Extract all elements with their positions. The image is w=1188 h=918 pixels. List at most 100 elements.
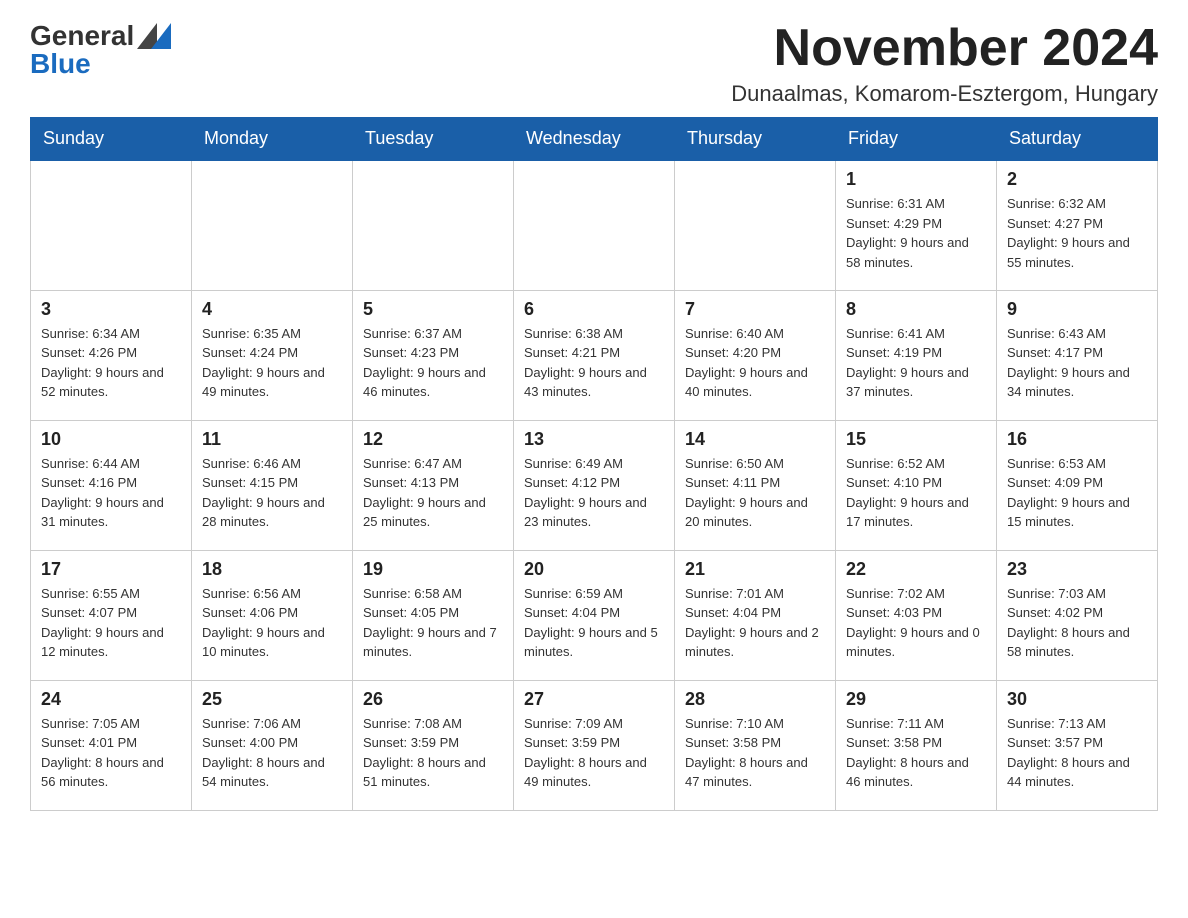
day-info: Sunrise: 6:41 AM Sunset: 4:19 PM Dayligh… bbox=[846, 324, 986, 402]
calendar-cell: 25Sunrise: 7:06 AM Sunset: 4:00 PM Dayli… bbox=[192, 680, 353, 810]
day-number: 14 bbox=[685, 429, 825, 450]
calendar-cell: 15 Sunrise: 6:52 AM Sunset: 4:10 PM Dayli… bbox=[836, 420, 997, 550]
day-info: Sunrise: 7:10 AM Sunset: 3:58 PM Dayligh… bbox=[685, 714, 825, 792]
weekday-header-saturday: Saturday bbox=[997, 118, 1158, 161]
day-number: 18 bbox=[202, 559, 342, 580]
day-number: 16 bbox=[1007, 429, 1147, 450]
day-info: Sunrise: 6:49 AM Sunset: 4:12 PM Dayligh… bbox=[524, 454, 664, 532]
weekday-header-row: SundayMondayTuesdayWednesdayThursdayFrid… bbox=[31, 118, 1158, 161]
calendar-cell: 12 Sunrise: 6:47 AM Sunset: 4:13 PM Dayli… bbox=[353, 420, 514, 550]
day-number: 10 bbox=[41, 429, 181, 450]
calendar-cell bbox=[514, 160, 675, 290]
day-info: Sunrise: 6:47 AM Sunset: 4:13 PM Dayligh… bbox=[363, 454, 503, 532]
logo-triangle-blue bbox=[151, 23, 171, 49]
logo: General Blue bbox=[30, 20, 171, 80]
calendar-cell bbox=[675, 160, 836, 290]
calendar-week-row: 10 Sunrise: 6:44 AM Sunset: 4:16 PM Dayli… bbox=[31, 420, 1158, 550]
calendar-table: SundayMondayTuesdayWednesdayThursdayFrid… bbox=[30, 117, 1158, 811]
day-info: Sunrise: 6:43 AM Sunset: 4:17 PM Dayligh… bbox=[1007, 324, 1147, 402]
day-number: 13 bbox=[524, 429, 664, 450]
calendar-cell: 4 Sunrise: 6:35 AM Sunset: 4:24 PM Daylig… bbox=[192, 290, 353, 420]
day-number: 6 bbox=[524, 299, 664, 320]
day-info: Sunrise: 7:08 AM Sunset: 3:59 PM Dayligh… bbox=[363, 714, 503, 792]
day-info: Sunrise: 7:11 AM Sunset: 3:58 PM Dayligh… bbox=[846, 714, 986, 792]
day-info: Sunrise: 6:35 AM Sunset: 4:24 PM Dayligh… bbox=[202, 324, 342, 402]
day-info: Sunrise: 7:01 AM Sunset: 4:04 PM Dayligh… bbox=[685, 584, 825, 662]
day-number: 15 bbox=[846, 429, 986, 450]
day-info: Sunrise: 6:37 AM Sunset: 4:23 PM Dayligh… bbox=[363, 324, 503, 402]
calendar-cell: 1 Sunrise: 6:31 AM Sunset: 4:29 PM Daylig… bbox=[836, 160, 997, 290]
calendar-cell: 2 Sunrise: 6:32 AM Sunset: 4:27 PM Daylig… bbox=[997, 160, 1158, 290]
day-info: Sunrise: 6:40 AM Sunset: 4:20 PM Dayligh… bbox=[685, 324, 825, 402]
calendar-cell: 17Sunrise: 6:55 AM Sunset: 4:07 PM Dayli… bbox=[31, 550, 192, 680]
calendar-cell: 30 Sunrise: 7:13 AM Sunset: 3:57 PM Dayli… bbox=[997, 680, 1158, 810]
weekday-header-monday: Monday bbox=[192, 118, 353, 161]
calendar-cell: 14 Sunrise: 6:50 AM Sunset: 4:11 PM Dayli… bbox=[675, 420, 836, 550]
location-subtitle: Dunaalmas, Komarom-Esztergom, Hungary bbox=[731, 81, 1158, 107]
day-info: Sunrise: 7:02 AM Sunset: 4:03 PM Dayligh… bbox=[846, 584, 986, 662]
day-number: 8 bbox=[846, 299, 986, 320]
calendar-cell: 10 Sunrise: 6:44 AM Sunset: 4:16 PM Dayli… bbox=[31, 420, 192, 550]
day-number: 7 bbox=[685, 299, 825, 320]
day-number: 2 bbox=[1007, 169, 1147, 190]
weekday-header-thursday: Thursday bbox=[675, 118, 836, 161]
day-number: 27 bbox=[524, 689, 664, 710]
weekday-header-tuesday: Tuesday bbox=[353, 118, 514, 161]
month-year-title: November 2024 bbox=[731, 20, 1158, 77]
header: General Blue November 2024 Dunaalmas, Ko… bbox=[30, 20, 1158, 107]
day-info: Sunrise: 6:34 AM Sunset: 4:26 PM Dayligh… bbox=[41, 324, 181, 402]
day-number: 12 bbox=[363, 429, 503, 450]
day-number: 28 bbox=[685, 689, 825, 710]
day-info: Sunrise: 6:44 AM Sunset: 4:16 PM Dayligh… bbox=[41, 454, 181, 532]
day-number: 26 bbox=[363, 689, 503, 710]
day-number: 30 bbox=[1007, 689, 1147, 710]
logo-blue-text: Blue bbox=[30, 48, 91, 79]
calendar-cell: 28 Sunrise: 7:10 AM Sunset: 3:58 PM Dayli… bbox=[675, 680, 836, 810]
calendar-cell: 22 Sunrise: 7:02 AM Sunset: 4:03 PM Dayli… bbox=[836, 550, 997, 680]
day-number: 25 bbox=[202, 689, 342, 710]
calendar-cell: 24Sunrise: 7:05 AM Sunset: 4:01 PM Dayli… bbox=[31, 680, 192, 810]
weekday-header-wednesday: Wednesday bbox=[514, 118, 675, 161]
calendar-cell: 11 Sunrise: 6:46 AM Sunset: 4:15 PM Dayli… bbox=[192, 420, 353, 550]
day-number: 9 bbox=[1007, 299, 1147, 320]
calendar-cell: 5 Sunrise: 6:37 AM Sunset: 4:23 PM Daylig… bbox=[353, 290, 514, 420]
logo-triangles bbox=[137, 23, 171, 49]
calendar-cell: 3Sunrise: 6:34 AM Sunset: 4:26 PM Daylig… bbox=[31, 290, 192, 420]
calendar-cell bbox=[31, 160, 192, 290]
day-info: Sunrise: 7:05 AM Sunset: 4:01 PM Dayligh… bbox=[41, 714, 181, 792]
calendar-week-row: 17Sunrise: 6:55 AM Sunset: 4:07 PM Dayli… bbox=[31, 550, 1158, 680]
calendar-cell: 26 Sunrise: 7:08 AM Sunset: 3:59 PM Dayli… bbox=[353, 680, 514, 810]
day-info: Sunrise: 6:56 AM Sunset: 4:06 PM Dayligh… bbox=[202, 584, 342, 662]
calendar-week-row: 24Sunrise: 7:05 AM Sunset: 4:01 PM Dayli… bbox=[31, 680, 1158, 810]
day-info: Sunrise: 6:59 AM Sunset: 4:04 PM Dayligh… bbox=[524, 584, 664, 662]
calendar-cell: 18 Sunrise: 6:56 AM Sunset: 4:06 PM Dayli… bbox=[192, 550, 353, 680]
calendar-cell: 13 Sunrise: 6:49 AM Sunset: 4:12 PM Dayli… bbox=[514, 420, 675, 550]
day-number: 23 bbox=[1007, 559, 1147, 580]
day-info: Sunrise: 6:50 AM Sunset: 4:11 PM Dayligh… bbox=[685, 454, 825, 532]
day-number: 11 bbox=[202, 429, 342, 450]
day-number: 17 bbox=[41, 559, 181, 580]
day-number: 1 bbox=[846, 169, 986, 190]
day-number: 20 bbox=[524, 559, 664, 580]
calendar-cell bbox=[353, 160, 514, 290]
day-number: 29 bbox=[846, 689, 986, 710]
day-info: Sunrise: 6:31 AM Sunset: 4:29 PM Dayligh… bbox=[846, 194, 986, 272]
day-number: 4 bbox=[202, 299, 342, 320]
day-info: Sunrise: 6:58 AM Sunset: 4:05 PM Dayligh… bbox=[363, 584, 503, 662]
calendar-cell: 7 Sunrise: 6:40 AM Sunset: 4:20 PM Daylig… bbox=[675, 290, 836, 420]
calendar-cell bbox=[192, 160, 353, 290]
calendar-cell: 16Sunrise: 6:53 AM Sunset: 4:09 PM Dayli… bbox=[997, 420, 1158, 550]
day-number: 5 bbox=[363, 299, 503, 320]
day-info: Sunrise: 6:32 AM Sunset: 4:27 PM Dayligh… bbox=[1007, 194, 1147, 272]
calendar-cell: 8 Sunrise: 6:41 AM Sunset: 4:19 PM Daylig… bbox=[836, 290, 997, 420]
day-number: 19 bbox=[363, 559, 503, 580]
title-area: November 2024 Dunaalmas, Komarom-Eszterg… bbox=[731, 20, 1158, 107]
day-info: Sunrise: 7:13 AM Sunset: 3:57 PM Dayligh… bbox=[1007, 714, 1147, 792]
calendar-cell: 21Sunrise: 7:01 AM Sunset: 4:04 PM Dayli… bbox=[675, 550, 836, 680]
day-info: Sunrise: 6:52 AM Sunset: 4:10 PM Dayligh… bbox=[846, 454, 986, 532]
day-info: Sunrise: 6:46 AM Sunset: 4:15 PM Dayligh… bbox=[202, 454, 342, 532]
day-info: Sunrise: 7:03 AM Sunset: 4:02 PM Dayligh… bbox=[1007, 584, 1147, 662]
weekday-header-friday: Friday bbox=[836, 118, 997, 161]
day-number: 22 bbox=[846, 559, 986, 580]
day-info: Sunrise: 7:09 AM Sunset: 3:59 PM Dayligh… bbox=[524, 714, 664, 792]
